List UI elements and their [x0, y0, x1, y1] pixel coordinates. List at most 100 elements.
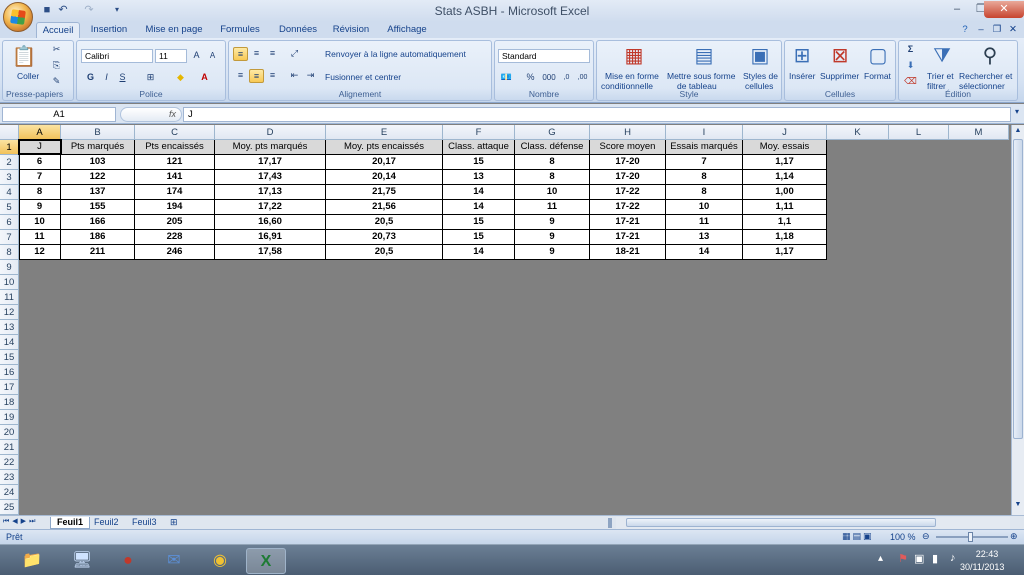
zoom-in-icon[interactable]: ⊕ — [1010, 531, 1018, 542]
cell-styles-icon[interactable]: ▣ — [745, 43, 775, 69]
table-cell[interactable]: 16,91 — [215, 230, 326, 245]
explorer-icon[interactable]: 📁 — [12, 548, 52, 574]
clear-icon[interactable]: ⌫ — [903, 75, 918, 89]
merge-center-button[interactable]: Fusionner et centrer — [325, 72, 401, 82]
insert-cells-icon[interactable]: ⊞ — [787, 43, 817, 69]
sheet-tab-feuil2[interactable]: Feuil2 — [88, 517, 125, 529]
workbook-restore-icon[interactable]: ❐ — [990, 22, 1004, 38]
number-format-select[interactable]: Standard — [498, 49, 590, 63]
orientation-icon[interactable]: ⤢ — [287, 47, 302, 61]
column-header-f[interactable]: F — [443, 125, 515, 140]
column-header-b[interactable]: B — [61, 125, 135, 140]
redo-icon[interactable]: ↷ — [82, 3, 96, 17]
delete-cells-icon[interactable]: ⊠ — [825, 43, 855, 69]
delete-button[interactable]: Supprimer — [820, 71, 859, 81]
row-header-19[interactable]: 19 — [0, 410, 19, 425]
row-header-8[interactable]: 8 — [0, 245, 19, 260]
table-cell[interactable]: 1,00 — [743, 185, 827, 200]
formula-input[interactable]: J — [183, 107, 1011, 122]
select-all-corner[interactable] — [0, 125, 19, 140]
sort-filter-line1[interactable]: Trier et — [927, 71, 954, 81]
minimize-button[interactable]: – — [944, 1, 970, 18]
row-header-7[interactable]: 7 — [0, 230, 19, 245]
fill-color-icon[interactable]: ◆ — [173, 71, 188, 85]
align-right-icon[interactable]: ≡ — [265, 69, 280, 83]
align-bottom-icon[interactable]: ≡ — [265, 47, 280, 61]
format-as-table-line1[interactable]: Mettre sous forme — [667, 71, 736, 81]
table-cell[interactable]: 18-21 — [590, 245, 666, 260]
decrease-decimal-icon[interactable]: ,00 — [575, 71, 590, 85]
media-player-icon[interactable]: ● — [108, 548, 148, 574]
row-header-10[interactable]: 10 — [0, 275, 19, 290]
table-cell[interactable]: 15 — [443, 155, 515, 170]
zoom-slider-handle[interactable] — [968, 532, 973, 542]
row-header-11[interactable]: 11 — [0, 290, 19, 305]
grow-font-icon[interactable]: A — [189, 49, 204, 63]
format-as-table-icon[interactable]: ▤ — [689, 43, 719, 69]
table-cell[interactable]: 1,17 — [743, 245, 827, 260]
row-header-9[interactable]: 9 — [0, 260, 19, 275]
table-cell[interactable]: 1,18 — [743, 230, 827, 245]
row-header-13[interactable]: 13 — [0, 320, 19, 335]
table-cell[interactable]: 11 — [666, 215, 743, 230]
table-cell[interactable]: 17,17 — [215, 155, 326, 170]
expand-formula-icon[interactable]: ▾ — [1012, 107, 1022, 122]
increase-decimal-icon[interactable]: ,0 — [559, 71, 574, 85]
tray-signal-icon[interactable]: ▮ — [932, 552, 938, 565]
network-icon[interactable]: 🖥 — [62, 548, 102, 574]
tray-flag-icon[interactable]: ⚑ — [898, 552, 908, 565]
table-cell[interactable]: 228 — [135, 230, 215, 245]
format-painter-icon[interactable]: ✎ — [49, 75, 64, 89]
align-center-icon[interactable]: ≡ — [249, 69, 264, 83]
column-header-e[interactable]: E — [326, 125, 443, 140]
table-cell[interactable]: 7 — [666, 155, 743, 170]
table-cell[interactable]: 211 — [61, 245, 135, 260]
table-cell[interactable]: 1,17 — [743, 155, 827, 170]
row-header-20[interactable]: 20 — [0, 425, 19, 440]
zoom-out-icon[interactable]: ⊖ — [922, 531, 930, 542]
save-icon[interactable]: ■ — [40, 3, 54, 17]
table-cell[interactable]: 9 — [515, 230, 590, 245]
autosum-button[interactable]: Σ — [903, 43, 918, 57]
underline-button[interactable]: S — [115, 71, 130, 85]
font-size-select[interactable]: 11 — [155, 49, 187, 63]
row-header-1[interactable]: 1 — [0, 140, 19, 155]
cell-styles-line1[interactable]: Styles de — [743, 71, 778, 81]
table-cell[interactable]: 17-21 — [590, 230, 666, 245]
tab-formules[interactable]: Formules — [214, 22, 266, 38]
table-cell[interactable]: 20,14 — [326, 170, 443, 185]
shrink-font-icon[interactable]: A — [205, 49, 220, 63]
table-cell[interactable]: 194 — [135, 200, 215, 215]
tab-accueil[interactable]: Accueil — [36, 22, 80, 38]
align-left-icon[interactable]: ≡ — [233, 69, 248, 83]
thousands-button[interactable]: 000 — [539, 71, 559, 85]
table-cell[interactable]: 11 — [19, 230, 61, 245]
worksheet-grid[interactable]: ABCDEFGHIJKLM 1 2 3 4 5 6 7 8 9 10 11 12 13 14 15 16 17 1… — [0, 125, 1011, 515]
table-cell[interactable]: 9 — [515, 245, 590, 260]
table-cell[interactable]: 14 — [443, 185, 515, 200]
name-box[interactable]: A1 — [2, 107, 116, 122]
table-cell[interactable]: 17-21 — [590, 215, 666, 230]
column-header-i[interactable]: I — [666, 125, 743, 140]
table-cell[interactable]: 12 — [19, 245, 61, 260]
table-header-cell[interactable]: Moy. pts marqués — [215, 140, 326, 155]
clock-date[interactable]: 30/11/2013 — [960, 562, 1004, 572]
sort-filter-icon[interactable]: ⧩ — [927, 43, 957, 69]
table-cell[interactable]: 17-20 — [590, 155, 666, 170]
table-cell[interactable]: 122 — [61, 170, 135, 185]
table-cell[interactable]: 17-20 — [590, 170, 666, 185]
messenger-icon[interactable]: ✉ — [154, 548, 194, 574]
ribbon-minimize-icon[interactable]: – — [974, 22, 988, 38]
insert-function-icon[interactable]: fx — [169, 108, 176, 121]
vertical-scrollbar[interactable]: ▲ ▼ — [1011, 125, 1024, 515]
table-cell[interactable]: 103 — [61, 155, 135, 170]
tab-revision[interactable]: Révision — [328, 22, 374, 38]
find-select-icon[interactable]: ⚲ — [975, 43, 1005, 69]
table-header-cell[interactable]: J — [19, 140, 61, 155]
table-cell[interactable]: 205 — [135, 215, 215, 230]
sheet-tab-feuil3[interactable]: Feuil3 — [126, 517, 163, 529]
table-cell[interactable]: 174 — [135, 185, 215, 200]
tray-expand-icon[interactable]: ▴ — [878, 553, 883, 564]
table-cell[interactable]: 17,43 — [215, 170, 326, 185]
row-header-23[interactable]: 23 — [0, 470, 19, 485]
